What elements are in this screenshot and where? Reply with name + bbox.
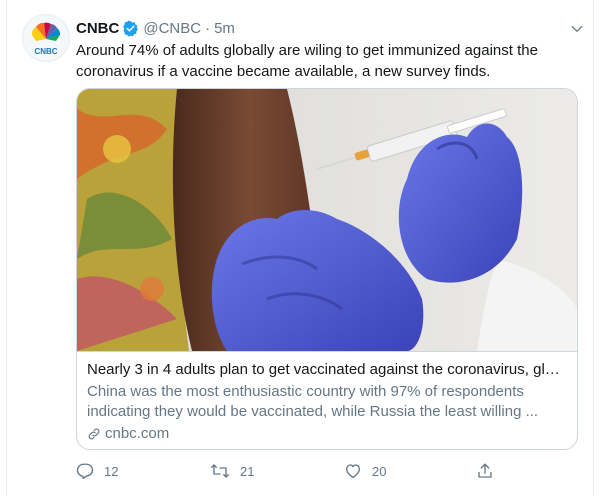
reply-icon <box>76 463 94 480</box>
tweet-text: Around 74% of adults globally are wiling… <box>76 40 576 82</box>
retweet-button[interactable]: 21 <box>210 460 254 482</box>
card-description-line: China was the most enthusiastic country … <box>87 383 524 400</box>
link-card[interactable]: Nearly 3 in 4 adults plan to get vaccina… <box>76 88 578 450</box>
reply-count: 12 <box>104 463 119 479</box>
card-description-line: indicating they would be vaccinated, whi… <box>87 403 539 420</box>
more-options-caret[interactable] <box>566 18 588 40</box>
heart-icon <box>345 464 361 479</box>
link-icon <box>88 428 100 440</box>
verified-badge-icon <box>123 20 139 37</box>
tweet-text-line: Around 74% of adults globally are wiling… <box>76 42 538 59</box>
author-name[interactable]: CNBC <box>76 20 119 37</box>
reply-button[interactable]: 12 <box>76 460 118 482</box>
share-button[interactable] <box>476 460 504 482</box>
nbc-peacock-logo: CNBC <box>31 22 61 56</box>
author-handle[interactable]: @CNBC <box>143 20 201 37</box>
card-title[interactable]: Nearly 3 in 4 adults plan to get vaccina… <box>87 360 567 380</box>
card-domain[interactable]: cnbc.com <box>87 424 567 444</box>
tweet-text-line: coronavirus if a vaccine became availabl… <box>76 63 491 80</box>
retweet-icon <box>211 464 229 478</box>
retweet-count: 21 <box>240 463 255 479</box>
card-domain-text: cnbc.com <box>105 425 170 442</box>
like-count: 20 <box>372 463 387 479</box>
tweet-timestamp[interactable]: 5m <box>214 20 235 37</box>
chevron-down-icon <box>571 26 583 32</box>
card-description: China was the most enthusiastic country … <box>87 382 567 422</box>
tweet-actions: 12 21 20 <box>76 460 506 482</box>
share-icon <box>478 463 492 478</box>
avatar[interactable]: CNBC <box>22 14 70 62</box>
vaccine-injection-photo <box>77 89 577 351</box>
svg-text:CNBC: CNBC <box>34 47 57 56</box>
card-body[interactable]: Nearly 3 in 4 adults plan to get vaccina… <box>77 351 577 449</box>
like-button[interactable]: 20 <box>344 460 386 482</box>
separator-dot: · <box>205 19 211 37</box>
tweet-header: CNBC @CNBC · 5m <box>76 18 235 38</box>
